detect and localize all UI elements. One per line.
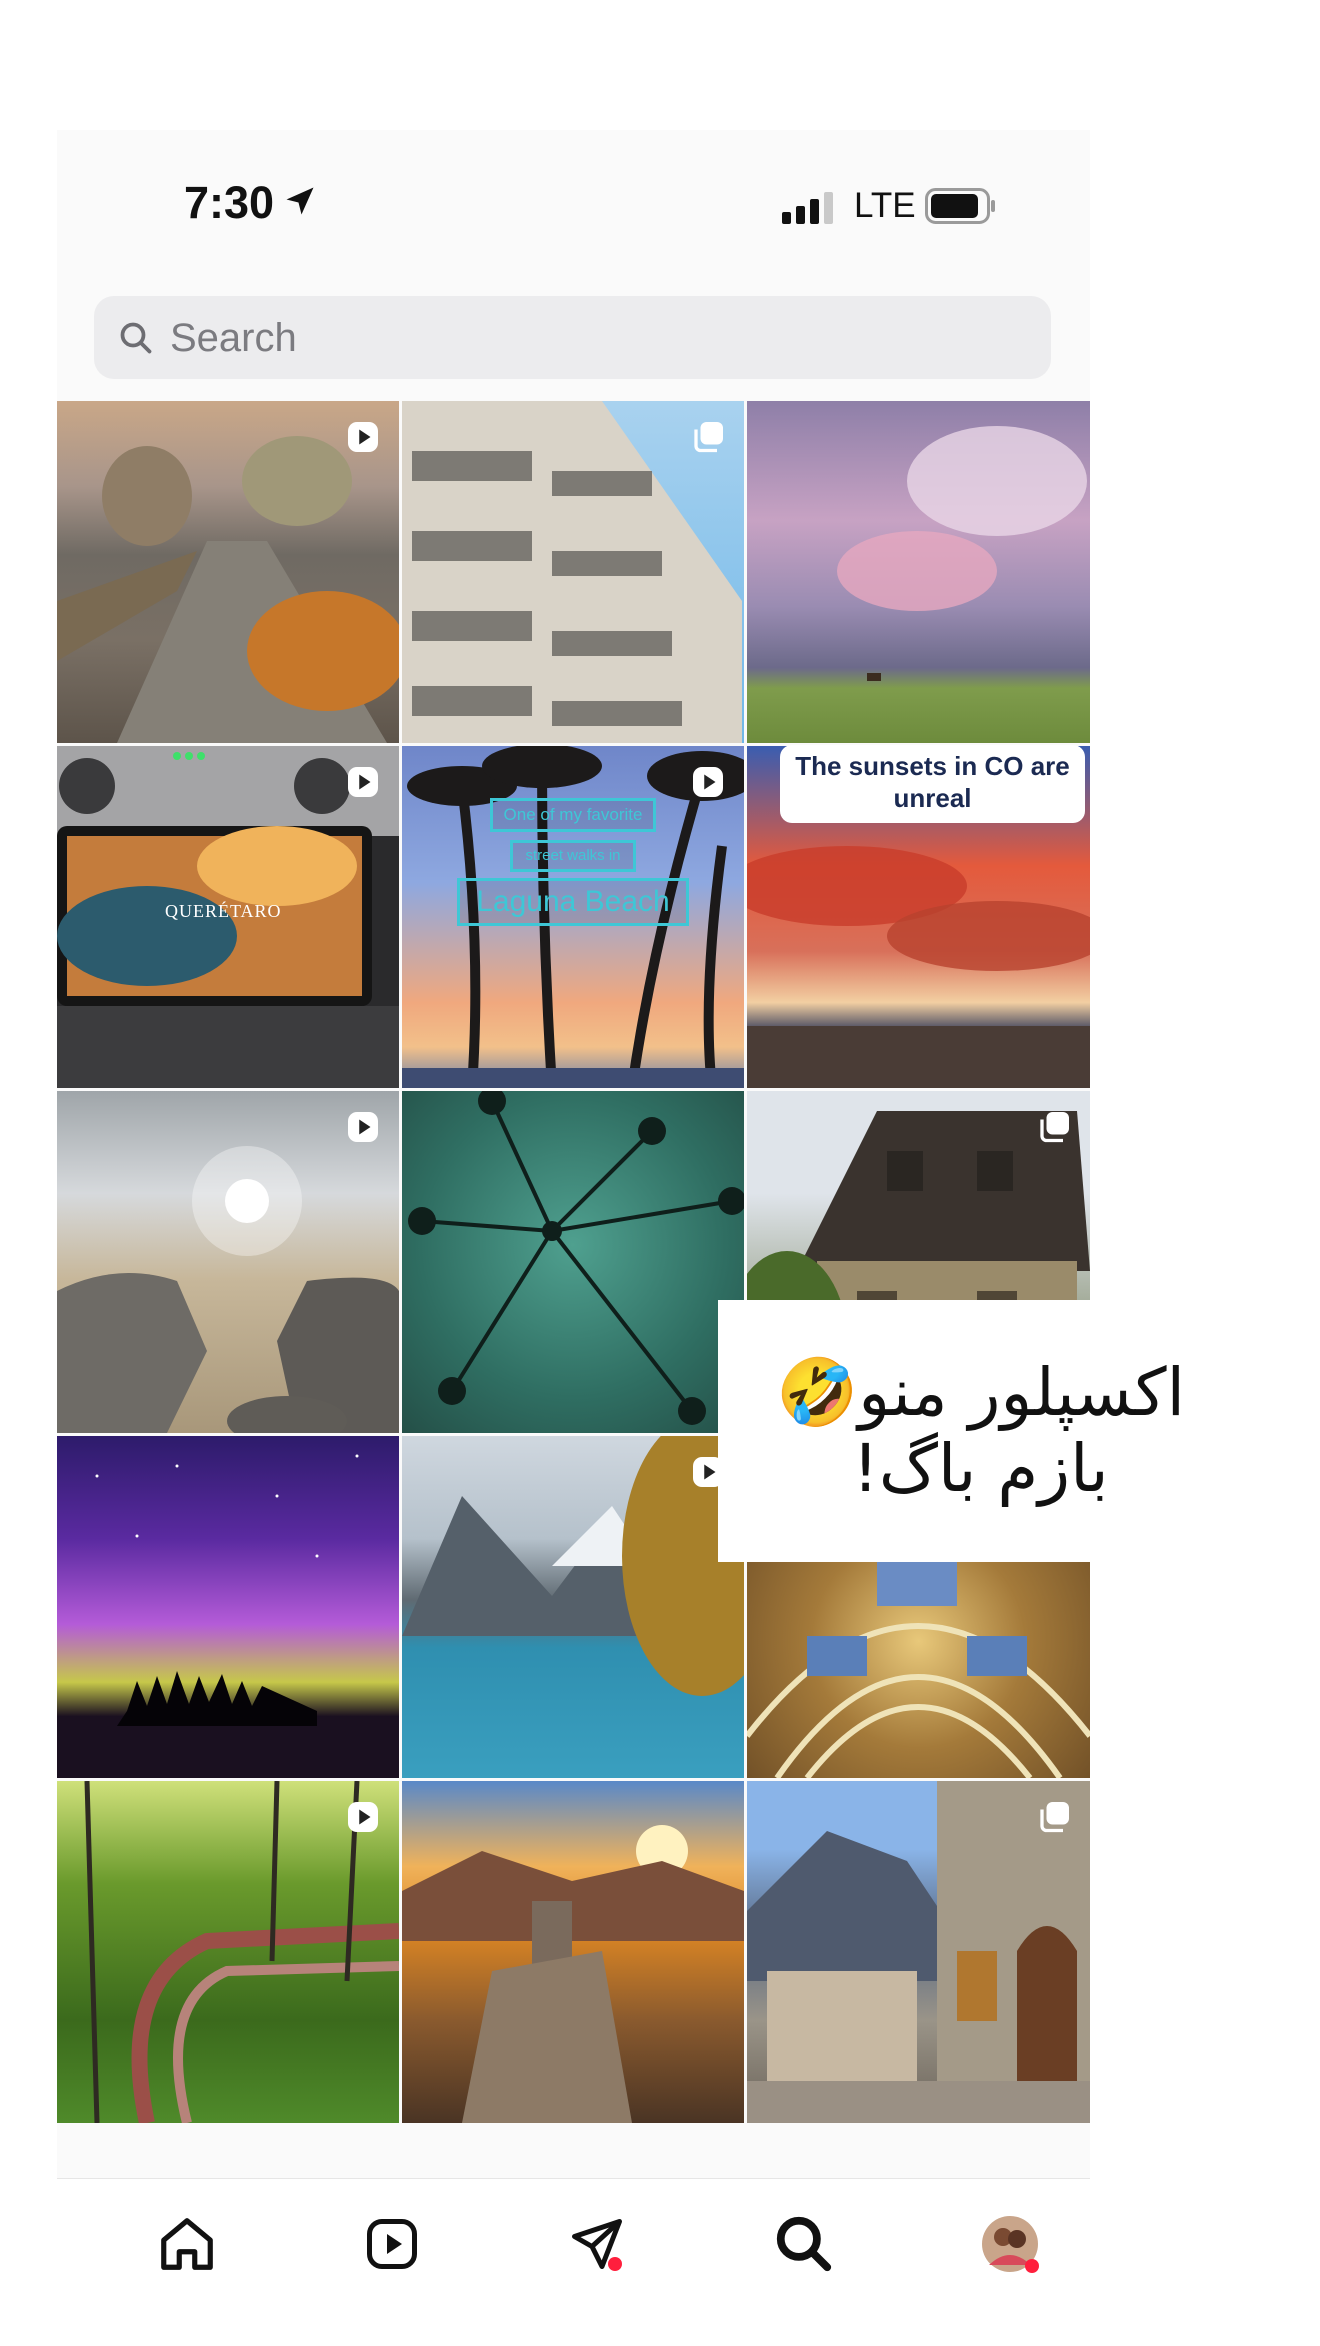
carousel-icon [1040, 1802, 1069, 1833]
reel-icon [348, 1802, 378, 1832]
nav-home[interactable] [152, 2209, 222, 2279]
tile-caption: The sunsets in CO are unreal [780, 745, 1085, 823]
nav-profile[interactable] [975, 2209, 1045, 2279]
reel-icon [348, 422, 378, 452]
nav-direct[interactable] [562, 2209, 632, 2279]
post-tile[interactable] [402, 1781, 744, 2123]
status-time: 7:30 [184, 177, 275, 228]
post-tile[interactable] [57, 401, 399, 743]
network-type: LTE [854, 186, 916, 225]
reel-icon [348, 1112, 378, 1142]
explore-grid: QUERÉTARO One of my favorite street walk… [57, 401, 1090, 2123]
tile-image [408, 1091, 744, 1425]
text-sticker: اکسپلور منو🤣 بازم باگ! [718, 1300, 1243, 1562]
post-tile[interactable]: One of my favorite street walks in Lagun… [402, 746, 744, 1088]
reel-icon [348, 767, 378, 797]
bottom-navigation [57, 2178, 1090, 2299]
post-tile[interactable] [402, 401, 744, 743]
sticker-line-1: اکسپلور منو🤣 [776, 1354, 1185, 1432]
search-icon [776, 2216, 832, 2272]
post-tile[interactable] [747, 1781, 1090, 2123]
status-bar: 7:30 LTE [57, 130, 1090, 280]
post-tile[interactable] [402, 1436, 744, 1778]
tile-image [402, 1825, 744, 2123]
notification-dot [1025, 2259, 1039, 2273]
post-tile[interactable] [57, 1781, 399, 2123]
nav-reels[interactable] [357, 2209, 427, 2279]
tile-image [95, 1454, 359, 1726]
search-bar[interactable] [94, 296, 1051, 381]
tile-image [837, 426, 1087, 681]
post-tile[interactable] [747, 401, 1090, 743]
reels-icon [367, 2219, 417, 2269]
reel-icon [693, 767, 723, 797]
notification-dot [608, 2257, 622, 2271]
sticker-line-2: بازم باگ! [852, 1430, 1109, 1507]
tile-caption: One of my favorite [490, 798, 656, 832]
post-tile[interactable] [402, 1091, 744, 1433]
post-tile[interactable] [57, 1436, 399, 1778]
cellular-signal-icon [782, 192, 833, 224]
post-tile[interactable] [57, 1091, 399, 1433]
tile-caption: Laguna Beach [457, 878, 689, 926]
post-tile[interactable]: QUERÉTARO [57, 746, 399, 1088]
battery-icon [925, 188, 995, 224]
search-input[interactable] [168, 296, 1032, 381]
nav-search[interactable] [769, 2209, 839, 2279]
location-arrow-icon [286, 187, 314, 215]
home-icon [161, 2218, 213, 2270]
tile-caption: street walks in [510, 840, 636, 872]
carousel-icon [1040, 1112, 1069, 1143]
carousel-icon [694, 422, 723, 453]
tile-caption: QUERÉTARO [165, 901, 282, 921]
search-icon [120, 322, 152, 354]
